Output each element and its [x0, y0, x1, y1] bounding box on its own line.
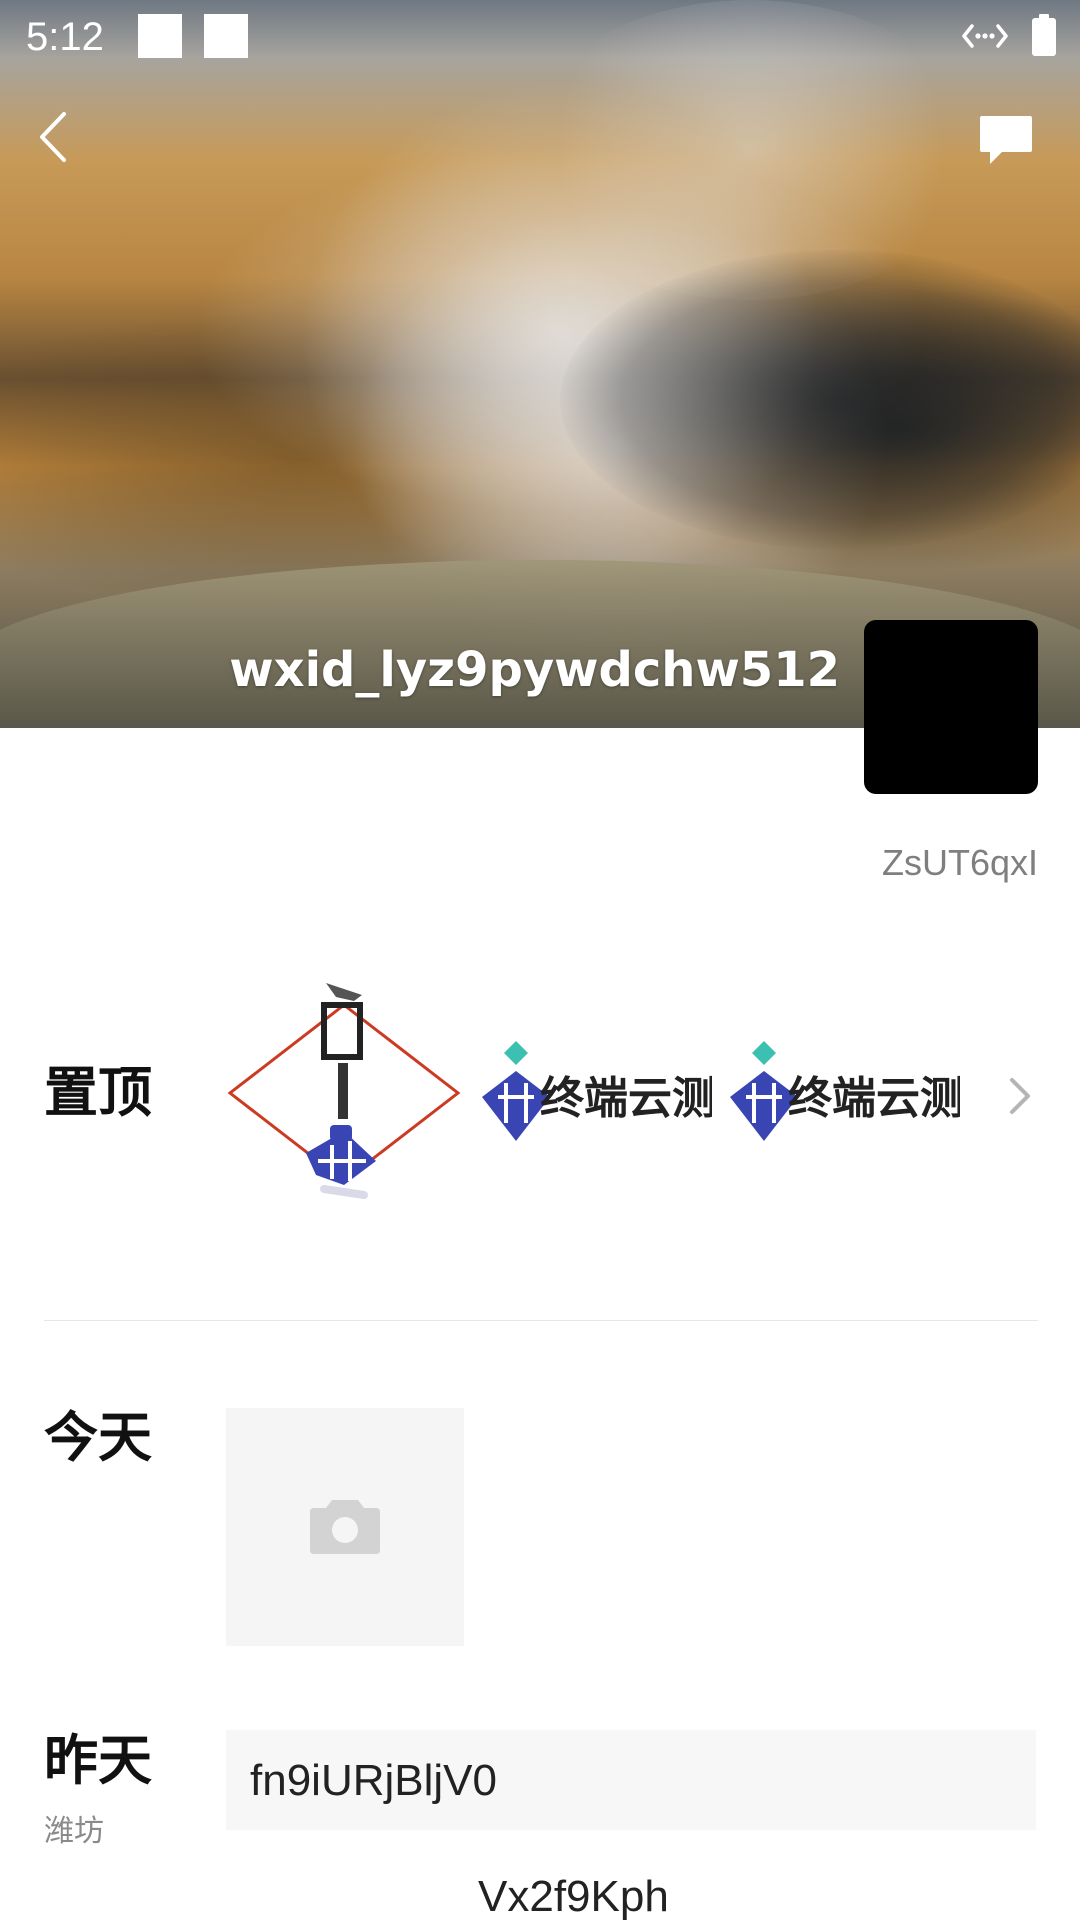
notification-icon — [204, 14, 248, 58]
profile-name: wxid_lyz9pywdchw512 — [229, 642, 840, 698]
pinned-thumbnail[interactable]: 终端云测 — [476, 975, 716, 1211]
post-text: Vx2f9Kph — [478, 1872, 669, 1920]
pinned-section-label: 置顶 — [44, 1061, 152, 1124]
pinned-thumbnail[interactable] — [226, 975, 462, 1211]
logo-text: 终端云测 — [788, 1073, 960, 1124]
yesterday-section-label: 昨天 — [44, 1729, 152, 1792]
rotated-logo-image — [227, 983, 461, 1199]
battery-icon — [1032, 14, 1056, 56]
profile-signature: ZsUT6qxI — [881, 842, 1038, 883]
logo-image: 终端云测 — [730, 1041, 964, 1141]
moments-profile-screen: 5:12 wxid_lyz9pywdchw512 ZsUT6qxI 置顶 终端云… — [0, 0, 1080, 1920]
post-text: fn9iURjBljV0 — [250, 1756, 497, 1805]
text-post[interactable]: fn9iURjBljV0 — [226, 1730, 1036, 1830]
comment-icon[interactable] — [976, 112, 1034, 168]
status-time: 5:12 — [26, 15, 104, 59]
logo-text: 终端云测 — [540, 1073, 712, 1124]
cover-photo[interactable] — [0, 0, 1080, 728]
camera-icon — [310, 1500, 380, 1554]
chevron-right-icon[interactable] — [1006, 1076, 1034, 1116]
post-location: 潍坊 — [44, 1814, 104, 1849]
avatar[interactable] — [864, 620, 1038, 794]
section-divider — [44, 1320, 1038, 1321]
logo-image: 终端云测 — [482, 1041, 716, 1141]
today-section-label: 今天 — [44, 1406, 152, 1469]
pinned-thumbnail[interactable]: 终端云测 — [724, 975, 964, 1211]
status-bar: 5:12 — [0, 0, 1080, 74]
notification-icon — [138, 14, 182, 58]
back-button[interactable] — [30, 108, 76, 166]
data-transfer-icon — [962, 24, 1008, 48]
add-photo-button[interactable] — [226, 1408, 464, 1646]
